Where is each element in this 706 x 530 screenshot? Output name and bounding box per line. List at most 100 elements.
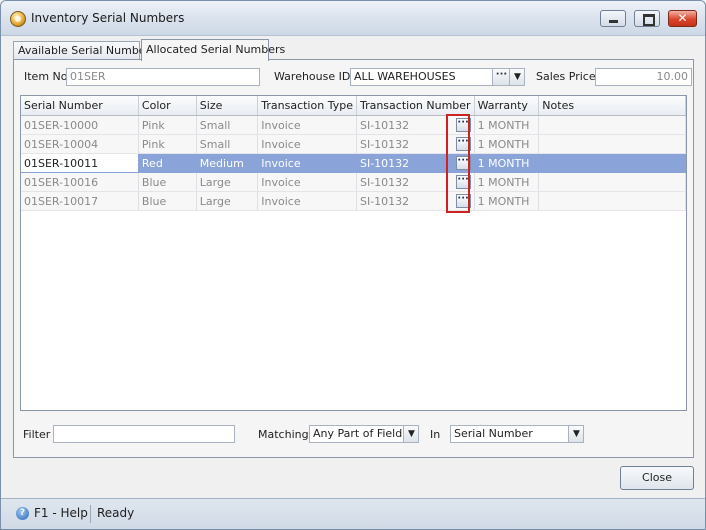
transaction-number-cell[interactable]: SI-10132 ···	[356, 134, 475, 154]
notes-cell[interactable]	[538, 115, 686, 135]
maximize-button[interactable]	[634, 10, 660, 27]
close-button[interactable]: Close	[620, 466, 694, 490]
color-cell[interactable]: Pink	[138, 134, 197, 154]
transaction-lookup-button[interactable]: ···	[455, 175, 471, 189]
size-cell[interactable]: Large	[196, 191, 259, 211]
status-bar: ? F1 - Help Ready	[1, 498, 705, 529]
warehouse-label: Warehouse ID	[274, 70, 351, 83]
empty-cell	[21, 343, 139, 363]
warranty-cell[interactable]: 1 MONTH	[474, 115, 540, 135]
transaction-lookup-button[interactable]: ···	[455, 137, 471, 151]
serial-number-cell[interactable]: 01SER-10017	[21, 191, 139, 211]
size-cell[interactable]: Small	[196, 134, 259, 154]
color-cell[interactable]: Pink	[138, 115, 197, 135]
empty-cell	[538, 286, 686, 306]
help-label[interactable]: F1 - Help	[34, 506, 88, 520]
serial-number-cell[interactable]: 01SER-10016	[21, 172, 139, 192]
empty-cell	[257, 381, 357, 401]
warranty-text: 1 MONTH	[477, 194, 530, 208]
help-icon[interactable]: ?	[16, 507, 29, 520]
serial-number-text: 01SER-10017	[24, 194, 99, 208]
table-row[interactable]: 01SER-10016 Blue Large Invoice SI-10132 ··· 1 …	[21, 172, 686, 192]
sales-price-field[interactable]: 10.00	[595, 68, 692, 86]
in-dropdown-button[interactable]: ▼	[568, 426, 583, 442]
transaction-number-cell[interactable]: SI-10132 ···	[356, 153, 475, 173]
tab-available-serial-numbers[interactable]: Available Serial Numbers	[13, 41, 156, 59]
empty-row	[21, 324, 686, 344]
transaction-lookup-button[interactable]: ···	[455, 156, 471, 170]
transaction-type-cell[interactable]: Invoice	[257, 115, 357, 135]
column-header-serial-number[interactable]: Serial Number	[21, 96, 139, 116]
size-text: Small	[199, 118, 231, 132]
serial-number-cell[interactable]: 01SER-10004	[21, 134, 139, 154]
matching-dropdown-button[interactable]: ▼	[403, 426, 418, 442]
table-row[interactable]: 01SER-10004 Pink Small Invoice SI-10132 ··· 1 …	[21, 134, 686, 154]
matching-select[interactable]: Any Part of Field ▼	[309, 425, 419, 443]
empty-cell	[138, 248, 197, 268]
column-header-size[interactable]: Size	[196, 96, 259, 116]
notes-cell[interactable]	[538, 134, 686, 154]
transaction-lookup-button[interactable]: ···	[455, 118, 471, 132]
warranty-cell[interactable]: 1 MONTH	[474, 153, 540, 173]
notes-cell[interactable]	[538, 153, 686, 173]
in-select[interactable]: Serial Number ▼	[450, 425, 584, 443]
empty-cell	[356, 267, 475, 287]
matching-value: Any Part of Field	[313, 427, 403, 440]
serial-number-cell[interactable]: 01SER-10000	[21, 115, 139, 135]
empty-cell	[538, 210, 686, 230]
tab-allocated-serial-numbers[interactable]: Allocated Serial Numbers	[141, 39, 285, 61]
warehouse-field[interactable]: ALL WAREHOUSES ··· ▼	[350, 68, 525, 86]
serial-number-text: 01SER-10016	[24, 175, 99, 189]
warehouse-lookup-button[interactable]: ···	[492, 69, 510, 85]
size-cell[interactable]: Large	[196, 172, 259, 192]
transaction-type-cell[interactable]: Invoice	[257, 153, 357, 173]
color-cell[interactable]: Blue	[138, 172, 197, 192]
serial-numbers-table: Serial Number Color Size Transaction Typ…	[21, 96, 686, 401]
transaction-lookup-button[interactable]: ···	[455, 194, 471, 208]
transaction-number-cell[interactable]: SI-10132 ···	[356, 172, 475, 192]
empty-cell	[474, 343, 540, 363]
color-cell[interactable]: Blue	[138, 191, 197, 211]
column-header-color[interactable]: Color	[138, 96, 197, 116]
warranty-cell[interactable]: 1 MONTH	[474, 191, 540, 211]
warehouse-dropdown-button[interactable]: ▼	[509, 69, 524, 85]
column-header-notes[interactable]: Notes	[538, 96, 686, 116]
serial-number-cell[interactable]: 01SER-10011	[21, 153, 139, 173]
warranty-text: 1 MONTH	[477, 156, 530, 170]
empty-cell	[356, 210, 475, 230]
warranty-cell[interactable]: 1 MONTH	[474, 134, 540, 154]
transaction-type-cell[interactable]: Invoice	[257, 191, 357, 211]
table-row[interactable]: 01SER-10017 Blue Large Invoice SI-10132 ··· 1 …	[21, 191, 686, 211]
size-cell[interactable]: Medium	[196, 153, 259, 173]
column-header-transaction-type[interactable]: Transaction Type	[257, 96, 357, 116]
notes-cell[interactable]	[538, 191, 686, 211]
color-cell[interactable]: Red	[138, 153, 197, 173]
table-row[interactable]: 01SER-10011 Red Medium Invoice SI-10132 ··· 1 …	[21, 153, 686, 173]
empty-cell	[138, 305, 197, 325]
empty-cell	[538, 248, 686, 268]
warranty-cell[interactable]: 1 MONTH	[474, 172, 540, 192]
empty-cell	[196, 305, 259, 325]
in-label: In	[430, 428, 441, 441]
empty-cell	[196, 286, 259, 306]
column-header-warranty[interactable]: Warranty	[474, 96, 540, 116]
empty-cell	[356, 381, 475, 401]
title-bar[interactable]: Inventory Serial Numbers ✕	[1, 1, 705, 36]
transaction-number-cell[interactable]: SI-10132 ···	[356, 191, 475, 211]
transaction-type-cell[interactable]: Invoice	[257, 172, 357, 192]
empty-cell	[474, 381, 540, 401]
transaction-type-cell[interactable]: Invoice	[257, 134, 357, 154]
minimize-button[interactable]	[600, 10, 626, 27]
column-header-transaction-number[interactable]: Transaction Number	[356, 96, 475, 116]
filter-input[interactable]	[53, 425, 235, 443]
size-text: Medium	[199, 156, 244, 170]
size-cell[interactable]: Small	[196, 115, 259, 135]
close-window-button[interactable]: ✕	[668, 10, 697, 27]
empty-cell	[138, 267, 197, 287]
empty-cell	[21, 305, 139, 325]
notes-cell[interactable]	[538, 172, 686, 192]
table-row[interactable]: 01SER-10000 Pink Small Invoice SI-10132 ··· 1 …	[21, 115, 686, 135]
window-title: Inventory Serial Numbers	[31, 11, 185, 25]
transaction-number-cell[interactable]: SI-10132 ···	[356, 115, 475, 135]
item-no-field[interactable]: 01SER	[66, 68, 260, 86]
